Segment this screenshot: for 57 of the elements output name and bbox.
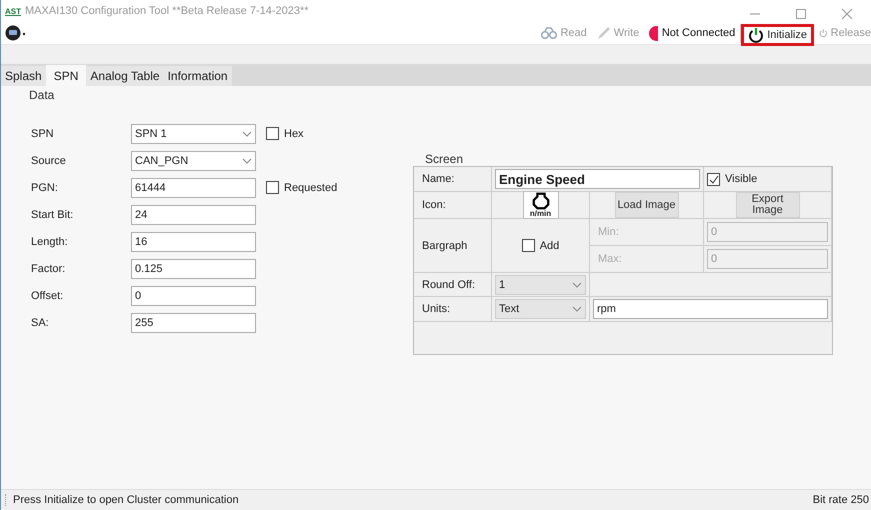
group-title: Screen xyxy=(424,152,464,166)
connection-status: Not Connected xyxy=(644,24,742,42)
field-label: Start Bit: xyxy=(31,208,74,220)
image-button[interactable]: Load Image xyxy=(614,192,678,218)
binoculars-icon xyxy=(541,27,558,39)
chevron-icon xyxy=(242,158,252,164)
tab[interactable]: Splash xyxy=(1,66,46,86)
input-field[interactable]: 0.125 xyxy=(131,258,256,278)
field-label: Min: xyxy=(590,219,704,246)
app-logo: AST xyxy=(5,6,21,16)
dropdown[interactable]: SPN 1 xyxy=(131,124,256,144)
field-label: SPN xyxy=(31,128,55,140)
field-label: Max: xyxy=(590,246,704,273)
chevron-icon xyxy=(572,282,582,288)
tab[interactable]: SPN xyxy=(46,65,86,86)
field-label: PGN: xyxy=(31,182,59,194)
device-menu-button[interactable] xyxy=(5,25,27,41)
input-field[interactable]: 61444 xyxy=(131,178,256,198)
dropdown[interactable]: 1 xyxy=(495,274,586,294)
engine-speed-image: n/min xyxy=(522,191,558,219)
input-field[interactable]: 0 xyxy=(131,286,256,306)
field-label: SA: xyxy=(31,316,50,328)
input-field[interactable]: rpm xyxy=(593,299,828,319)
group-title: Data xyxy=(28,88,56,102)
input-field[interactable]: 16 xyxy=(131,232,256,252)
input-field[interactable]: 24 xyxy=(131,204,256,224)
field-label: Bargraph xyxy=(414,219,492,273)
status-message: Press Initialize to open Cluster communication xyxy=(13,494,239,506)
chevron-icon xyxy=(242,130,252,136)
input-field[interactable]: 255 xyxy=(131,312,256,332)
window-title: MAXAI130 Configuration Tool **Beta Release 7-14-2023** xyxy=(25,5,309,17)
field-label: Source xyxy=(31,154,67,166)
initialize-button[interactable]: Initialize xyxy=(741,24,814,46)
power-icon xyxy=(748,27,764,43)
dropdown[interactable]: CAN_PGN xyxy=(131,150,256,170)
tab[interactable]: Information xyxy=(164,66,232,86)
bit-rate-text: Bit rate 250 xyxy=(812,494,870,506)
field-label: Offset: xyxy=(31,290,64,302)
dropdown[interactable]: Text xyxy=(495,299,586,319)
pencil-icon xyxy=(596,26,611,40)
field-label: Icon: xyxy=(414,192,492,219)
image-button[interactable]: Export Image xyxy=(736,192,800,218)
maximize-icon[interactable] xyxy=(795,8,807,20)
name-field[interactable]: Engine Speed xyxy=(495,169,700,189)
field-label: Units: xyxy=(414,297,492,322)
checkbox[interactable]: Requested xyxy=(266,181,338,194)
check-icon xyxy=(708,174,719,184)
chevron-icon xyxy=(572,306,582,312)
checkbox[interactable]: Hex xyxy=(266,127,304,140)
checkbox[interactable]: Visible xyxy=(707,172,758,186)
checkbox[interactable]: Add xyxy=(522,239,560,252)
field-label: Name: xyxy=(414,167,492,192)
field-label: Round Off: xyxy=(414,273,492,297)
field-label: Length: xyxy=(31,236,69,248)
close-icon[interactable] xyxy=(841,8,853,20)
field-label: Factor: xyxy=(31,262,66,274)
tab[interactable]: Analog Table xyxy=(86,66,164,86)
